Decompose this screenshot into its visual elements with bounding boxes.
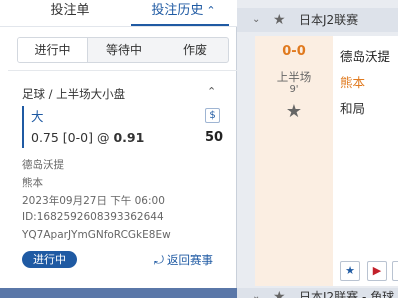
card-divider (8, 70, 237, 71)
home-team[interactable]: 德岛沃提 (340, 46, 390, 65)
chevron-down-icon[interactable]: ⌄ (252, 8, 260, 32)
star-icon[interactable]: ★ (273, 288, 286, 298)
tab-bet-history-label: 投注历史 (151, 3, 204, 18)
bet-datetime: 2023年09月27日 下午 06:00 (22, 195, 165, 207)
next-league-header[interactable]: ⌄ ★ 日本J2联赛 - 角球 (237, 288, 398, 298)
bet-panel: 投注单 投注历史 ⌃ 进行中 等待中 作废 足球 / 上半场大小盘 ⌃ 大 $ 0… (0, 0, 237, 298)
draw-option[interactable]: 和局 (340, 98, 365, 117)
league-name: 日本J2联赛 (299, 13, 359, 27)
status-filter: 进行中 等待中 作废 (17, 37, 229, 63)
tab-bet-slip-label: 投注单 (50, 3, 90, 18)
league-header[interactable]: ⌄ ★ 日本J2联赛 (237, 8, 398, 32)
bet-line: 0.75 [0-0] @ (31, 130, 110, 145)
match-list: ⌄ ★ 日本J2联赛 0-0 上半场 9' ★ 德岛沃提 熊本 和局 ★ ▶ ⌄… (237, 0, 398, 298)
tab-divider (0, 26, 237, 27)
play-icon: ▶ (372, 264, 382, 277)
bet-market: 足球 / 上半场大小盘 (22, 87, 126, 101)
bet-home-team: 德岛沃提 (22, 159, 64, 171)
chevron-down-icon[interactable]: ⌄ (252, 288, 260, 298)
next-league-name: 日本J2联赛 - 角球 (299, 290, 395, 298)
match-minute: 9' (289, 84, 299, 95)
bet-away-team: 熊本 (22, 177, 43, 189)
currency-icon: $ (205, 108, 220, 123)
return-arrow-icon: ⤾ (154, 253, 164, 267)
favorite-button[interactable]: ★ (340, 261, 360, 281)
return-link-label: 返回赛事 (167, 253, 213, 267)
star-icon: ★ (345, 264, 355, 277)
bet-reference: YQ7AparJYmGNfoRCGkE8Ew (22, 229, 171, 241)
live-stream-button[interactable]: ▶ (367, 261, 387, 281)
bet-tabs: 投注单 投注历史 ⌃ (0, 0, 237, 26)
bet-id: ID:1682592608393362644 (22, 211, 164, 223)
chevron-up-icon: ⌃ (206, 4, 216, 17)
bet-stake: 50 (205, 130, 224, 145)
status-badge: 进行中 (22, 251, 77, 268)
tab-bet-history[interactable]: 投注历史 ⌃ (130, 0, 237, 26)
bet-odds: 0.91 (113, 130, 145, 145)
bet-selection: 大 (31, 109, 44, 124)
filter-void[interactable]: 作废 (160, 38, 228, 62)
star-icon[interactable]: ★ (273, 8, 286, 32)
filter-pending[interactable]: 等待中 (88, 38, 160, 62)
return-to-match-link[interactable]: ⤾ 返回赛事 (154, 252, 213, 268)
more-button[interactable] (392, 261, 398, 281)
away-team[interactable]: 熊本 (340, 72, 365, 91)
panel-footer-bar (0, 288, 237, 298)
chevron-up-icon[interactable]: ⌃ (207, 85, 216, 98)
match-score: 0-0 (282, 44, 306, 59)
tab-bet-slip[interactable]: 投注单 (0, 0, 140, 26)
bet-line-odds: 0.75 [0-0] @ 0.91 (31, 130, 144, 145)
star-icon[interactable]: ★ (255, 101, 333, 122)
filter-in-progress[interactable]: 进行中 (18, 38, 88, 62)
match-period: 上半场 (276, 70, 312, 84)
selection-accent-bar (22, 106, 24, 148)
